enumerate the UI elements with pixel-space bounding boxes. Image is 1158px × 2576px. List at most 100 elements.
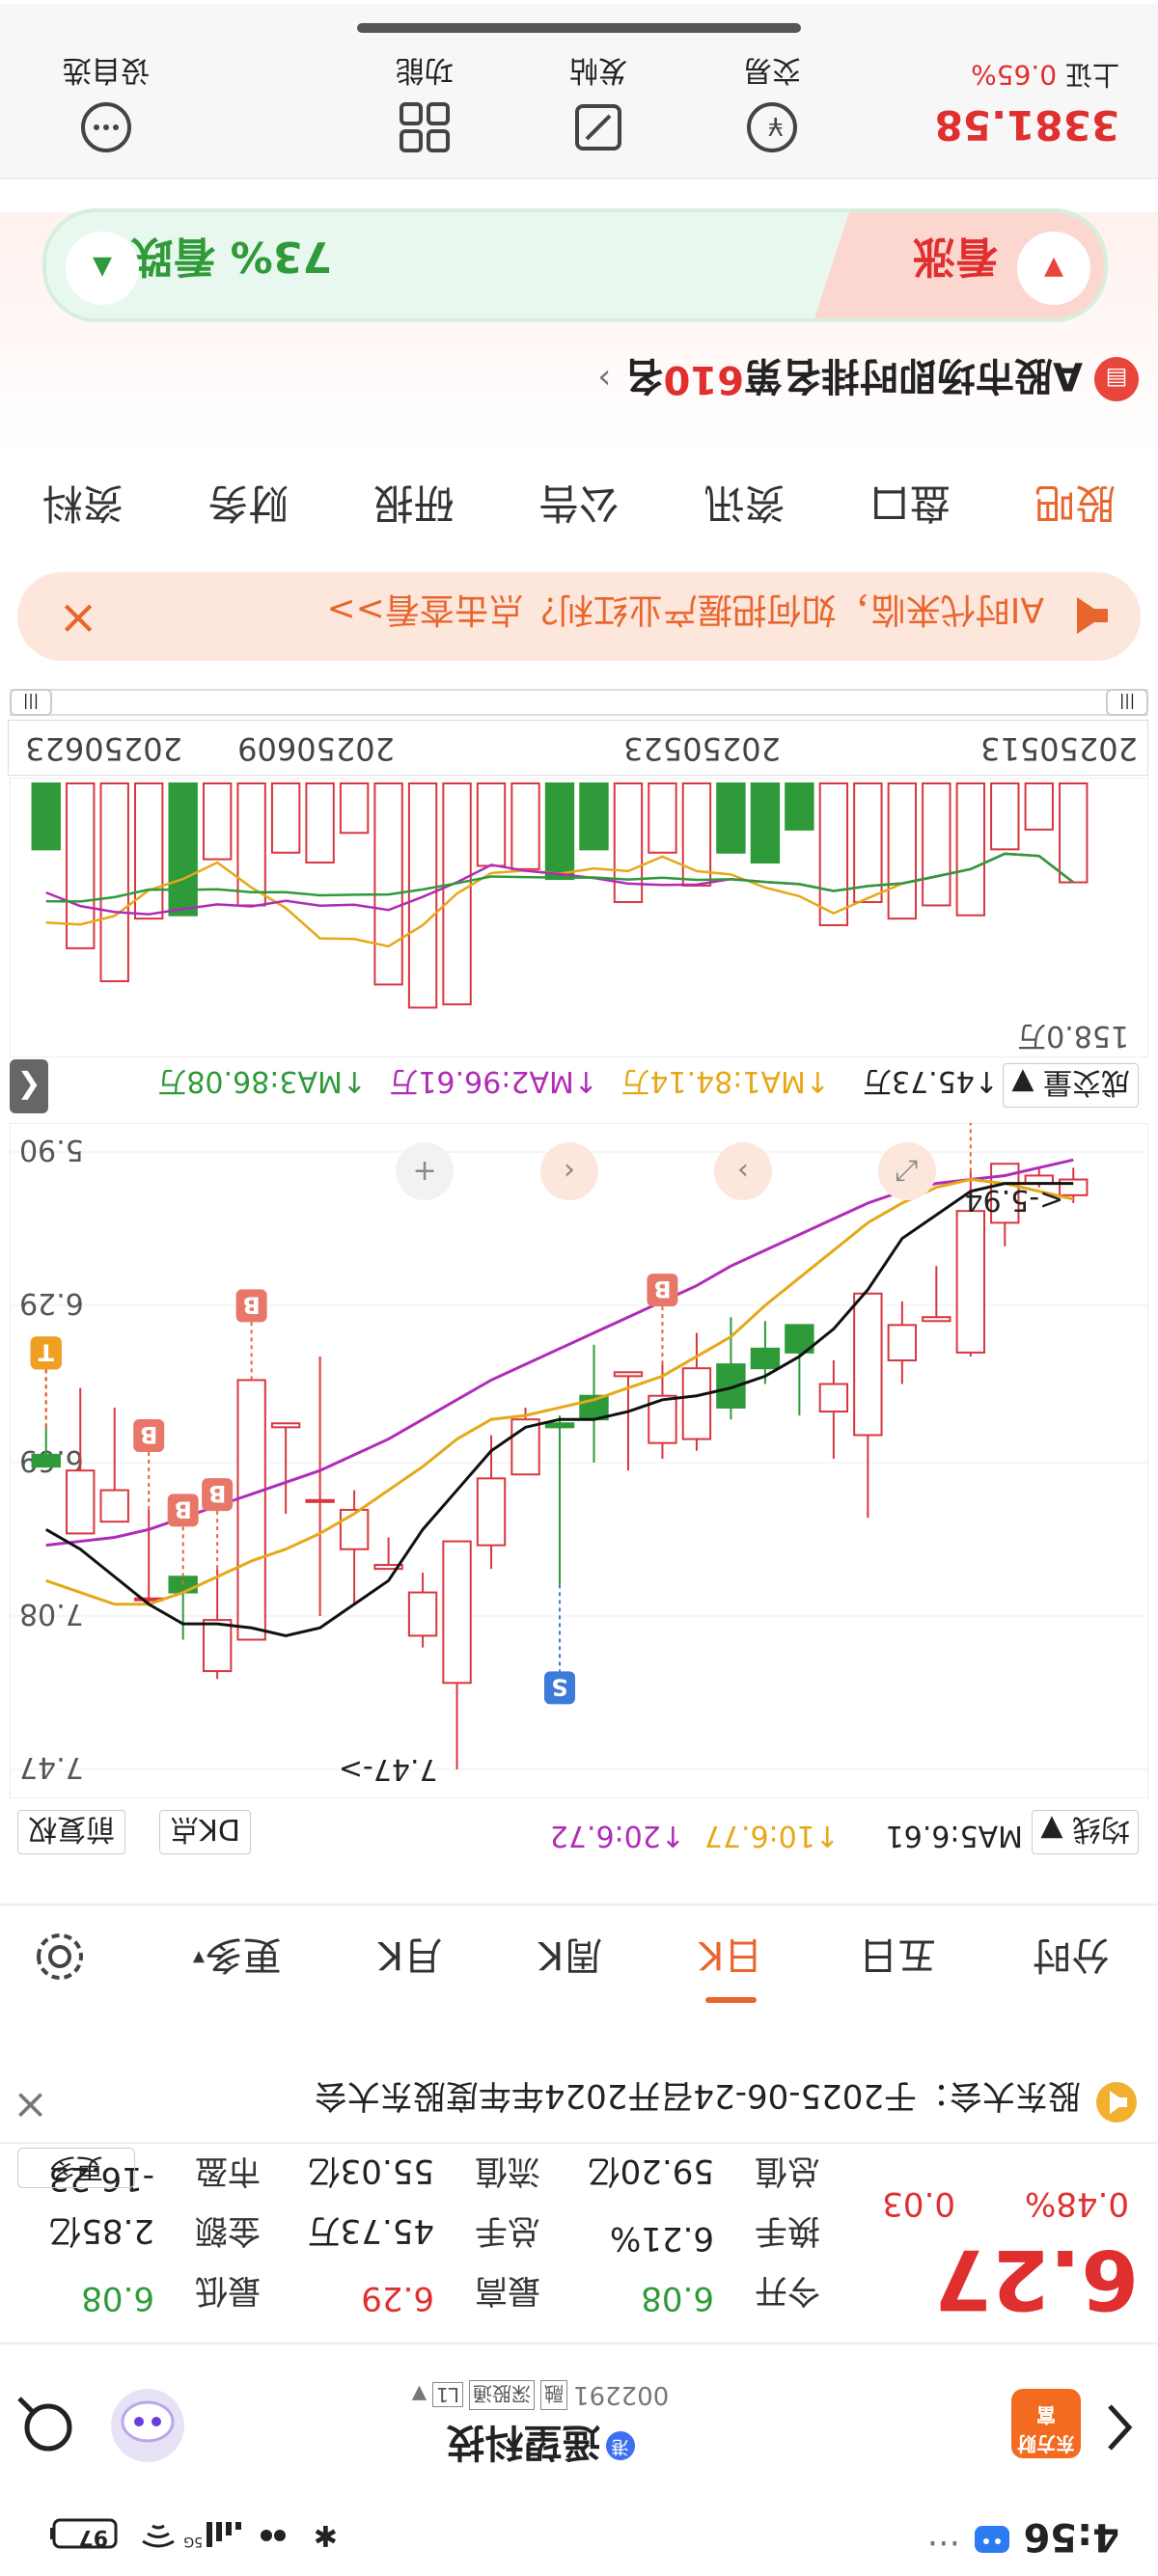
stat-label: 最高 — [475, 2271, 540, 2310]
candle-body — [681, 1367, 712, 1440]
quote-more-button[interactable]: 更多 — [17, 2148, 135, 2188]
status-icons: ✱ 5G — [19, 2516, 347, 2555]
content-tab[interactable]: 公告 — [538, 453, 620, 560]
candle-body — [887, 1324, 918, 1362]
high-price-label: 7.47-> — [339, 1752, 438, 1786]
bear-label[interactable]: 73% 看跌 — [130, 230, 332, 291]
promo-banner[interactable]: AI时代来临，如何把握产业红利？点击查看>> × — [17, 572, 1141, 661]
scroll-handle-left[interactable]: ||| — [1106, 689, 1148, 716]
badge-margin: 融 — [540, 2380, 567, 2410]
notice-bar[interactable]: 股东大会：于2025-06-24召开2024年年度股东大会 × — [0, 2065, 1158, 2142]
post-action[interactable]: 发帖 — [502, 52, 695, 156]
stat-label: 今开 — [755, 2271, 820, 2310]
index-summary[interactable]: 3381.58 上证 0.65% — [935, 57, 1119, 149]
trade-marker-label: B — [653, 1275, 671, 1302]
bear-up-icon[interactable]: ▲ — [66, 232, 139, 305]
svg-text:5G: 5G — [183, 2534, 203, 2549]
volume-bar — [818, 782, 849, 926]
stat-value: 45.73万 — [307, 2211, 434, 2250]
stock-title[interactable]: 港 遥望科技 — [396, 2418, 685, 2474]
period-tab[interactable]: 周K — [538, 1910, 602, 2007]
robot-avatar[interactable] — [107, 2385, 188, 2466]
candle-body — [544, 1422, 575, 1429]
content-tab[interactable]: 股吧 — [1034, 453, 1116, 560]
scroll-handle-right[interactable]: ||| — [10, 689, 52, 716]
edit-icon — [575, 104, 621, 151]
period-tab[interactable]: 月K — [378, 1910, 442, 2007]
bull-section[interactable]: ▼ 看涨 — [814, 212, 1104, 318]
trade-action[interactable]: ¥ 交易 — [676, 52, 868, 156]
battery-level: 97 — [78, 2525, 108, 2549]
y-tick-label: 6.29 — [19, 1286, 84, 1320]
stat-label: 金额 — [195, 2211, 261, 2250]
y-tick-label: 7.08 — [19, 1597, 84, 1631]
volume-bar — [202, 782, 233, 861]
date-tick-label: 20250609 — [237, 730, 395, 767]
candle-body — [750, 1347, 781, 1370]
ma-selector[interactable]: 均线 ▼ — [1032, 1810, 1139, 1854]
ma20-value: ↑20:6.72 — [549, 1819, 685, 1852]
stat-value: 59.20亿 — [587, 2151, 714, 2190]
volume-bar — [990, 782, 1020, 851]
adjust-button[interactable]: 前复权 — [17, 1810, 125, 1854]
change-value: 0.03 — [882, 2184, 955, 2223]
trade-label: 交易 — [743, 53, 801, 87]
candle-body — [168, 1576, 198, 1594]
svg-text:✱: ✱ — [314, 2518, 338, 2552]
chart-scrollbar[interactable]: ||| ||| — [10, 689, 1148, 716]
more-dots-icon — [81, 102, 131, 152]
content-tab[interactable]: 盘口 — [869, 453, 951, 560]
stat-value: 6.08 — [81, 2279, 154, 2317]
stat-label: 最低 — [195, 2271, 261, 2310]
content-tab[interactable]: 资讯 — [703, 453, 785, 560]
volume-bar — [407, 782, 438, 1009]
fullscreen-icon[interactable]: ⤢ — [878, 1142, 936, 1200]
ranking-panel: ▤ A股市场即时排名第 610 名 › ▼ 看涨 73% 看跌 ▲ — [0, 208, 1158, 453]
svg-text:⤢: ⤢ — [896, 1154, 919, 1188]
content-tab[interactable]: 财务 — [207, 453, 289, 560]
close-icon[interactable]: × — [13, 2081, 48, 2130]
low-price-label: <-5.94 — [964, 1183, 1063, 1217]
active-tab-indicator — [704, 1997, 757, 2003]
stat-label: 总值 — [755, 2151, 820, 2190]
period-tab[interactable]: 日K — [699, 1910, 762, 2007]
candle-body — [613, 1371, 644, 1378]
period-tab[interactable]: 分时 — [1033, 1910, 1110, 2007]
content-tabs: 股吧 盘口 资讯 公告 研报 财务 资料 — [0, 452, 1158, 560]
stat-value: 2.85亿 — [48, 2211, 154, 2250]
y-tick-label: 7.47 — [19, 1750, 84, 1784]
svg-text:+: + — [412, 1154, 436, 1188]
header: 东方财富 港 遥望科技 002291 融 深股通 L1 ▼ — [0, 2358, 1158, 2483]
dk-point-button[interactable]: DK点 — [159, 1810, 251, 1854]
back-chevron-icon[interactable] — [1100, 2398, 1139, 2456]
stat-value: 6.08 — [641, 2279, 714, 2317]
caret-icon: ▾ — [192, 1945, 205, 1972]
function-action[interactable]: 功能 — [328, 52, 521, 156]
trade-icon: ¥ — [747, 102, 797, 152]
badge-connect: 深股通 — [469, 2380, 535, 2410]
trade-marker-label: B — [242, 1291, 260, 1318]
volume-bar — [31, 782, 61, 851]
close-promo-icon[interactable]: × — [58, 591, 98, 647]
brand-logo: 东方财富 — [1011, 2389, 1081, 2458]
volume-bar — [1024, 782, 1054, 831]
period-tab[interactable]: 五日 — [859, 1910, 936, 2007]
candle-body — [1059, 1178, 1089, 1196]
kline-chart[interactable]: 5.906.296.697.087.47BBSBBBBBBT7.47-><-5.… — [10, 1123, 1148, 1798]
content-tab[interactable]: 资料 — [42, 453, 124, 560]
period-tab[interactable]: 更多 ▾ — [193, 1910, 282, 2007]
expand-chevron-icon[interactable]: ❮ — [10, 1059, 48, 1113]
volume-selector[interactable]: 成交量 ▼ — [1003, 1063, 1139, 1108]
search-icon[interactable] — [12, 2391, 79, 2458]
ranking-row[interactable]: ▤ A股市场即时排名第 610 名 › — [597, 351, 1139, 407]
content-tab[interactable]: 研报 — [373, 453, 455, 560]
volume-bar — [887, 782, 918, 920]
caret-down-icon[interactable]: ▼ — [412, 2384, 427, 2407]
zoom-in-icon[interactable]: + — [396, 1142, 454, 1200]
scroll-right-icon[interactable]: › — [714, 1142, 772, 1200]
home-indicator — [357, 23, 801, 33]
add-watchlist-action[interactable]: 设自选 — [10, 52, 203, 156]
volume-total: ↑45.73万 — [862, 1064, 999, 1098]
scroll-left-icon[interactable]: ‹ — [540, 1142, 598, 1200]
settings-gear-icon[interactable] — [33, 1930, 87, 1984]
